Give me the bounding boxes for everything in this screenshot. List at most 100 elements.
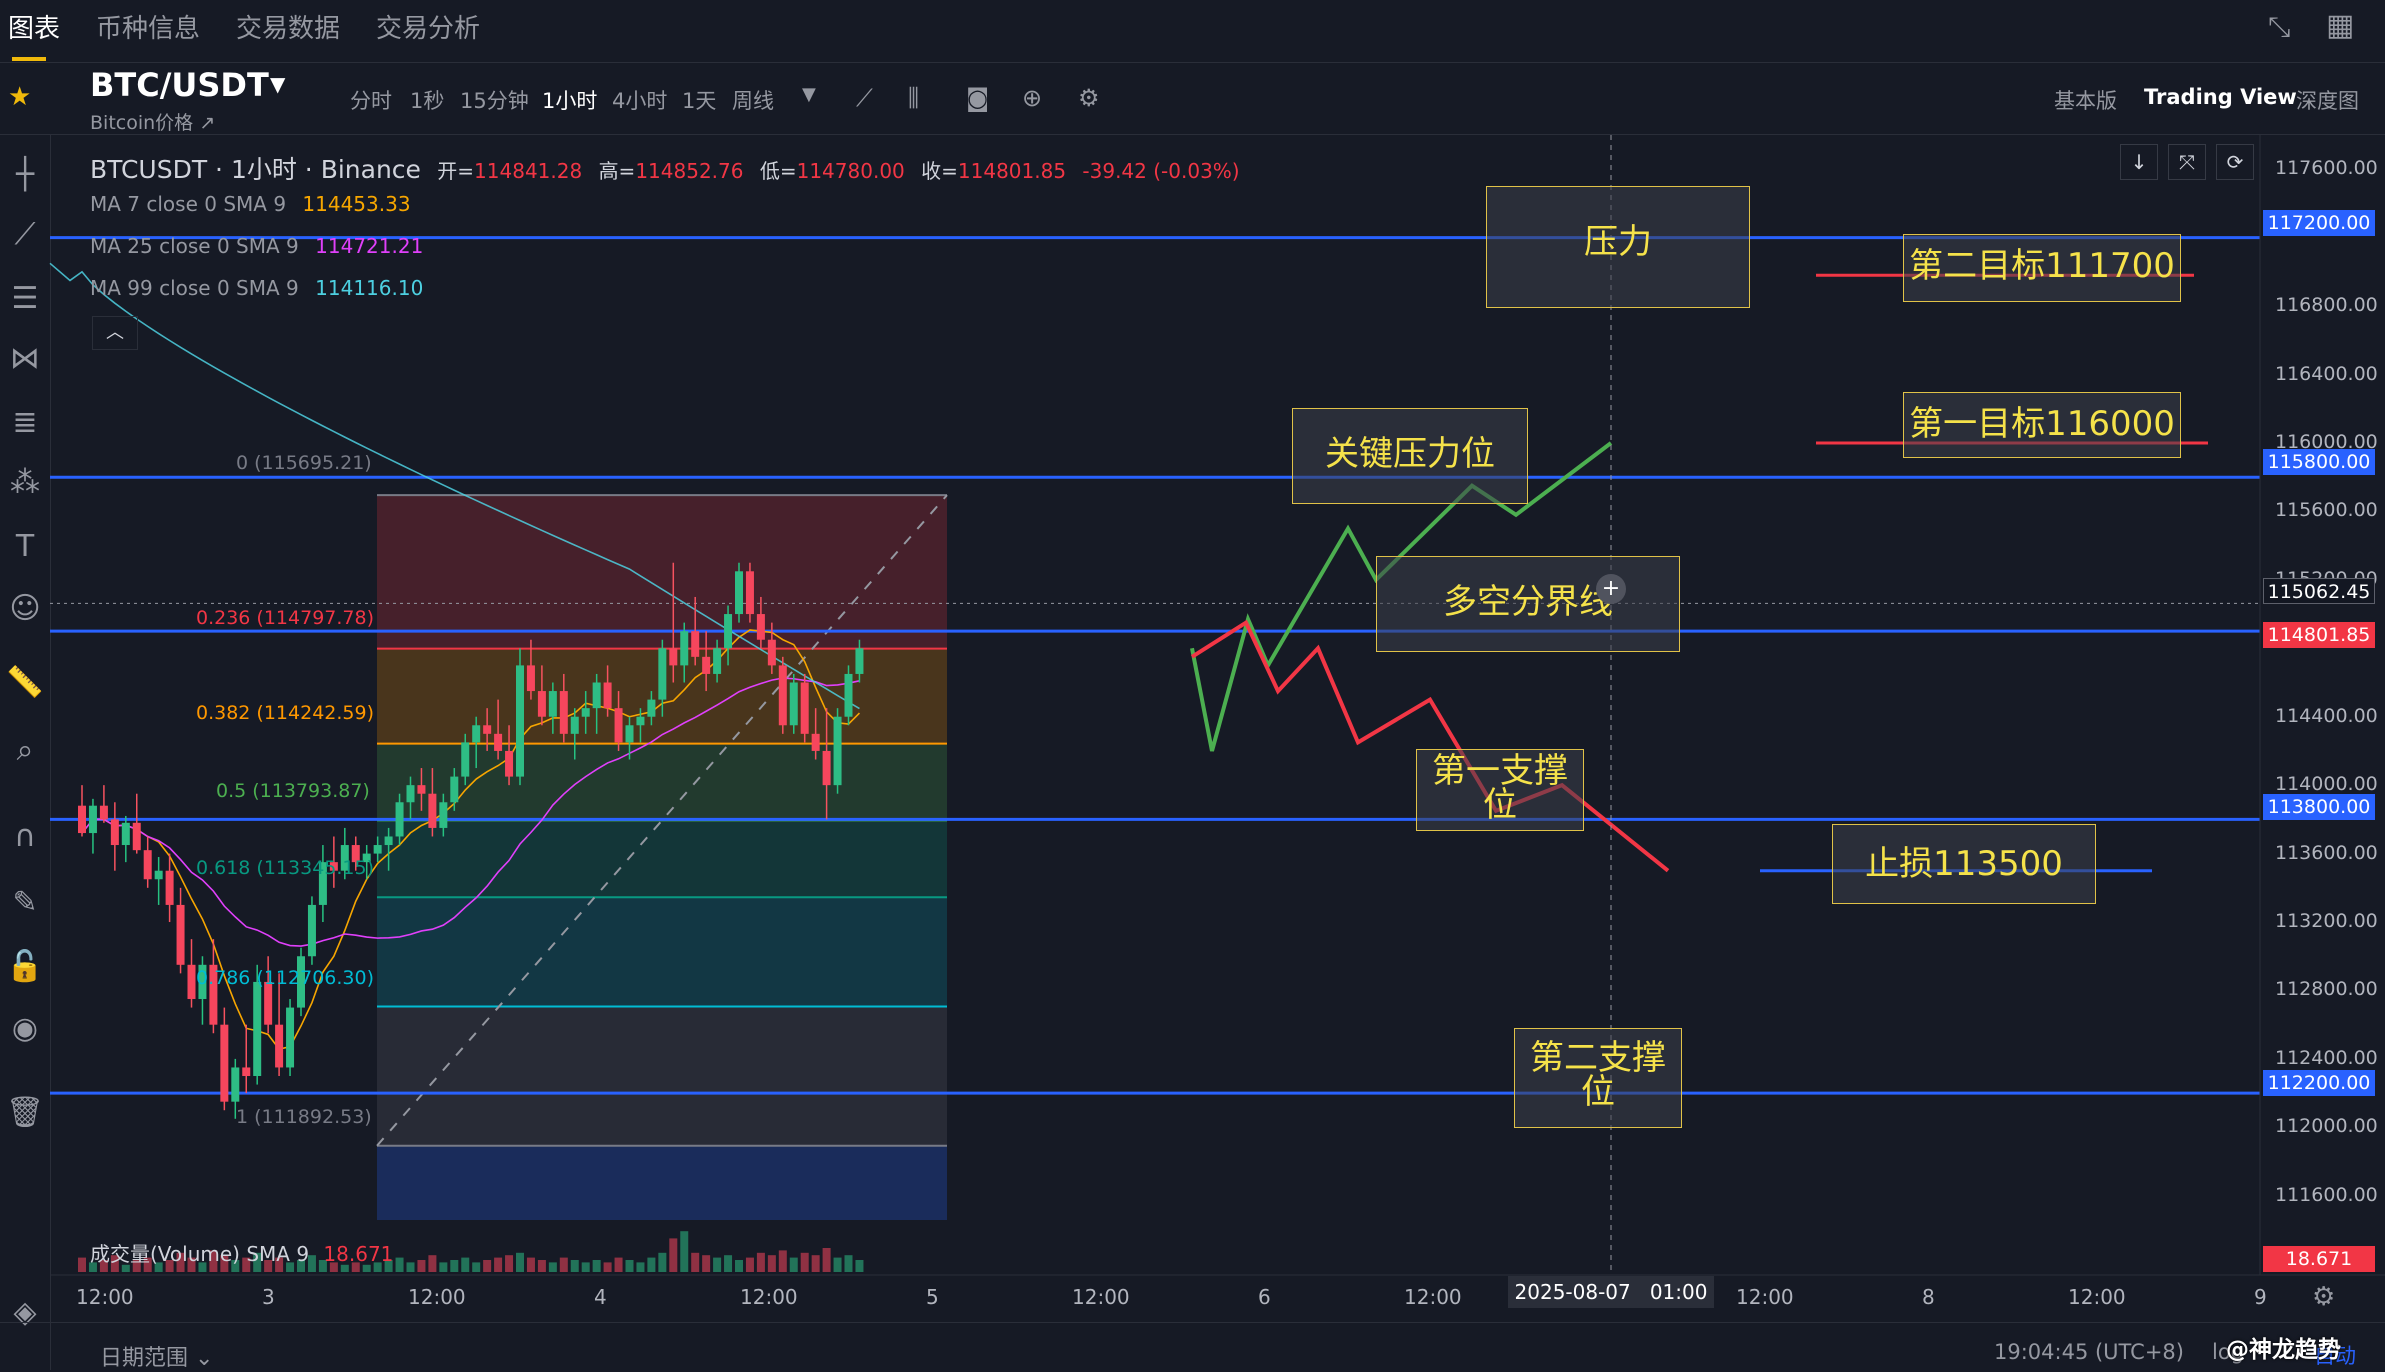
price-tick: 112800.00 [2275,978,2378,1001]
volume-bar [581,1262,590,1272]
volume-bar [778,1250,787,1272]
candle-body [767,639,776,666]
volume-bar [669,1238,678,1272]
note-stop-loss[interactable]: 止损113500 [1832,824,2096,904]
ohlc-legend: BTCUSDT · 1小时 · Binance 开=114841.28 高=11… [90,150,1240,186]
candle-body [581,708,590,717]
volume-bar [833,1257,842,1272]
volume-bar [592,1260,601,1272]
ma99-legend[interactable]: MA 99 close 0 SMA 9 114116.10 [90,276,423,300]
price-label-117200: 117200.00 [2263,210,2375,236]
note-target1[interactable]: 第一目标116000 [1903,392,2181,458]
volume-bar [537,1260,546,1272]
candle-body [559,691,568,734]
candle-body [516,665,524,777]
watermark: @神龙趋势 [2226,1337,2341,1363]
add-alert-icon[interactable]: + [1596,574,1626,604]
fib-extension-zone [377,1145,947,1220]
fullscreen-icon[interactable]: ⤧ [2168,144,2206,180]
note-resistance[interactable]: 压力 [1486,186,1750,308]
volume-legend[interactable]: 成交量(Volume) SMA 9 18.671 [90,1238,393,1267]
volume-bar [559,1257,568,1272]
note-support1[interactable]: 第一支撑位 [1416,749,1584,831]
candle-body [756,614,765,640]
note-target2[interactable]: 第二目标111700 [1903,234,2181,302]
date-range-button[interactable]: 日期范围 ⌄ [100,1340,213,1372]
time-tick: 12:00 [2068,1285,2126,1309]
fib-label-1: 1 (111892.53) [236,1106,372,1128]
low-value: 114780.00 [796,159,905,183]
candle-body [800,682,809,734]
time-tick: 6 [1258,1285,1271,1309]
candle-body [789,682,798,726]
ma7-label: MA 7 close 0 SMA 9 [90,192,287,216]
volume-bar [724,1255,733,1272]
candle-body [121,822,130,846]
candle-body [450,776,459,803]
note-key-resistance[interactable]: 关键压力位 [1292,408,1528,504]
candle-body [110,819,119,846]
candle-body [658,648,667,700]
volume-bar [461,1257,470,1272]
crosshair-time-label: 2025-08-07 01:00 [1508,1276,1714,1308]
bearish-projection [1190,619,1670,873]
volume-bar [647,1257,656,1272]
time-tick: 12:00 [740,1285,798,1309]
fib-label-05: 0.5 (113793.87) [216,780,370,802]
candle-body [505,750,514,777]
scroll-down-icon[interactable]: ↓ [2120,144,2158,180]
refresh-icon[interactable]: ⟳ [2216,144,2254,180]
candle-body [592,682,601,709]
price-tick: 114000.00 [2275,773,2378,796]
candle-body [713,648,722,674]
candle-body [99,805,108,820]
note-support2[interactable]: 第二支撑位 [1514,1028,1682,1128]
low-label: 低= [759,159,797,183]
candle-body [855,648,864,674]
fib-label-0786: 0.786 (112706.30) [196,967,375,989]
volume-bar [494,1257,503,1272]
volume-bar [844,1255,853,1272]
ma99-label: MA 99 close 0 SMA 9 [90,276,299,300]
time-tick: 3 [262,1285,275,1309]
ma99-value: 114116.10 [315,276,424,300]
candle-body [822,750,831,786]
price-tick: 115600.00 [2275,499,2378,522]
note-bull-bear[interactable]: 多空分界线 [1376,556,1680,652]
price-label-crosshair: 115062.45 [2263,578,2375,604]
price-label-113800: 113800.00 [2263,794,2375,820]
candle-body [669,648,678,666]
volume-bar [428,1255,437,1272]
ma7-legend[interactable]: MA 7 close 0 SMA 9 114453.33 [90,192,411,216]
candle-body [494,733,503,751]
close-label: 收= [921,159,958,183]
candle-body [625,725,634,743]
candle-body [373,845,382,854]
candle-body [165,870,174,905]
candle-body [286,1007,295,1068]
volume-bar [548,1262,557,1272]
volume-bar [483,1260,492,1272]
high-label: 高= [598,159,636,183]
candle-body [143,850,152,880]
candle-body [548,691,557,717]
candle-body [307,904,316,957]
candle-body [702,656,711,674]
volume-bar [614,1257,623,1272]
candle-body [647,699,656,717]
axis-settings-icon[interactable]: ⚙ [2312,1282,2335,1312]
ma7-value: 114453.33 [302,192,411,216]
price-label-115800: 115800.00 [2263,449,2375,475]
open-label: 开= [437,159,475,183]
time-tick: 12:00 [1736,1285,1794,1309]
candle-body [614,708,623,743]
ma25-legend[interactable]: MA 25 close 0 SMA 9 114721.21 [90,234,423,258]
candle-body [220,1024,229,1102]
candle-body [691,631,700,657]
price-tick: 113200.00 [2275,910,2378,933]
collapse-legend-button[interactable]: ︿ [92,316,138,350]
ma25-value: 114721.21 [315,234,424,258]
candle-body [745,571,754,615]
candle-body [636,716,645,726]
candle-body [428,793,437,828]
